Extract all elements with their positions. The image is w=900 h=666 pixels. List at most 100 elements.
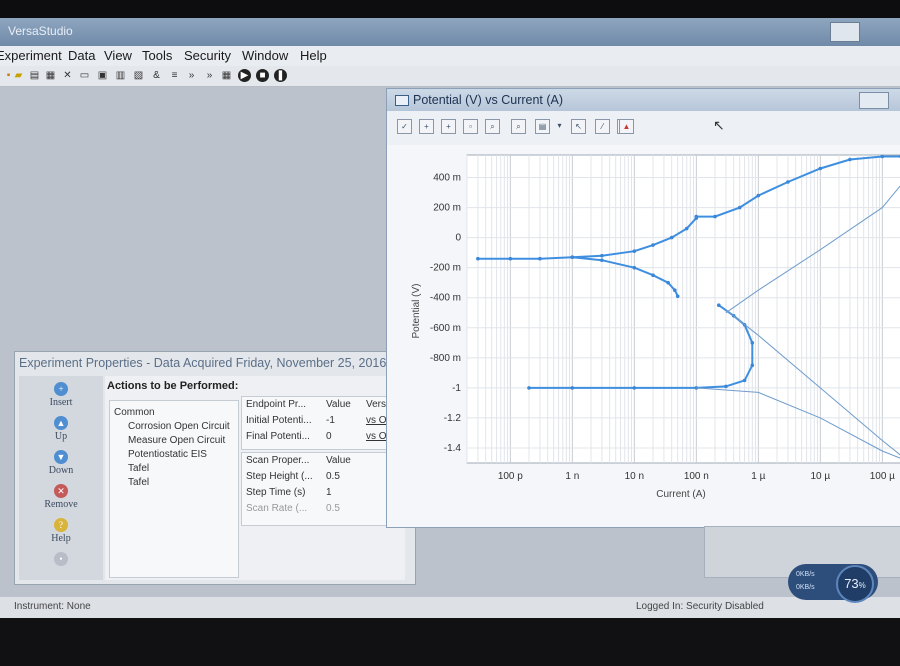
extra-icon: •	[54, 552, 68, 566]
remove-button[interactable]: ✕ Remove	[19, 484, 103, 510]
zoom-in-icon[interactable]: ⌕	[485, 119, 500, 134]
fit-icon[interactable]: ▫	[463, 119, 478, 134]
plot-minimize-button[interactable]	[859, 92, 889, 109]
data-point	[675, 294, 680, 298]
monitor-bezel	[0, 618, 900, 666]
tree-item[interactable]: Tafel	[128, 463, 149, 474]
upload-rate: 0KB/s	[796, 571, 815, 578]
up-button[interactable]: ▲ Up	[19, 416, 103, 442]
marker-icon[interactable]: ▲	[619, 119, 634, 134]
link-icon[interactable]: &	[150, 69, 163, 82]
x-tick-label: 1 n	[565, 471, 579, 482]
insert-button[interactable]: + Insert	[19, 382, 103, 408]
save-icon[interactable]: ▤	[28, 69, 41, 82]
instrument-status: Instrument: None	[14, 601, 91, 612]
data-point	[880, 154, 885, 159]
zoom-out-icon[interactable]: ⌕	[511, 119, 526, 134]
data-point	[737, 205, 742, 210]
grid-cell[interactable]: 0.5	[326, 471, 340, 482]
x-tick-label: 10 µ	[811, 471, 831, 482]
x-tick-label: 100 µ	[870, 471, 895, 482]
menu-tools[interactable]: Tools	[142, 48, 172, 63]
app-title-bar: VersaStudio	[0, 18, 900, 46]
menu-view[interactable]: View	[104, 48, 132, 63]
chart-icon[interactable]: ▣	[96, 69, 109, 82]
polarization-chart: 400 m 200 m 0 -200 m -400 m -600 m -800 m -1 -1.…	[411, 154, 900, 500]
actions-panel: Actions to be Performed: Common Corrosio…	[105, 376, 405, 580]
cursor-icon[interactable]: ↖	[571, 119, 586, 134]
help-button[interactable]: ? Help	[19, 518, 103, 544]
run-icon[interactable]: ▶	[238, 69, 251, 82]
y-tick-label: 0	[455, 233, 461, 244]
grid-cell[interactable]: 1	[326, 487, 332, 498]
plot-icon[interactable]: ▧	[132, 69, 145, 82]
mouse-pointer-icon: ↖	[713, 117, 725, 133]
menu-experiment[interactable]: Experiment	[0, 48, 62, 63]
next-icon[interactable]: »	[203, 69, 216, 82]
tree-item[interactable]: Measure Open Circuit	[128, 435, 225, 446]
sequence-icon[interactable]: ▥	[114, 69, 127, 82]
y-axis-label: Potential (V)	[411, 283, 422, 338]
plot-toolbar: ✓ + + ▫ ⌕ ⌕ ▤ ▾ ↖ ⁄ ◂ ▲ ↖	[387, 111, 900, 146]
menu-help[interactable]: Help	[300, 48, 327, 63]
data-point	[538, 256, 542, 261]
forward-icon[interactable]: »	[185, 69, 198, 82]
menu-security[interactable]: Security	[184, 48, 231, 63]
grid-cell[interactable]: vs O	[366, 415, 387, 426]
monitor-screen: VersaStudio Experiment Data View Tools S…	[0, 18, 900, 618]
data-point	[508, 256, 513, 261]
y-tick-label: -1.4	[444, 443, 462, 454]
grid-icon[interactable]: ▦	[220, 69, 233, 82]
data-point	[750, 363, 755, 368]
status-bar: Instrument: None Logged In: Security Dis…	[0, 597, 900, 618]
down-button[interactable]: ▼ Down	[19, 450, 103, 476]
menu-data[interactable]: Data	[68, 48, 95, 63]
y-tick-label: -1	[452, 383, 461, 394]
folder-icon[interactable]: ▭	[78, 69, 91, 82]
grid-cell[interactable]: vs O	[366, 431, 387, 442]
download-rate: 0KB/s	[796, 584, 815, 591]
data-point	[724, 384, 728, 389]
login-status: Logged In: Security Disabled	[636, 601, 764, 612]
data-point	[750, 341, 755, 345]
grid-cell: Initial Potenti...	[246, 415, 312, 426]
network-gadget: 0KB/s 0KB/s 73%	[788, 564, 878, 603]
tree-item[interactable]: Tafel	[128, 477, 149, 488]
main-toolbar: ▪ ▰ ▤ ▦ ✕ ▭ ▣ ▥ ▧ & ≡ » » ▦ ▶ ■ ❚	[0, 66, 900, 87]
tree-item[interactable]: Potentiostatic EIS	[128, 449, 207, 460]
open-icon[interactable]: ▰	[12, 69, 25, 82]
data-point	[570, 386, 575, 390]
grid-cell[interactable]: 0.5	[326, 503, 340, 514]
copy-icon[interactable]: ▤	[535, 119, 550, 134]
x-tick-labels: 100 p 1 n 10 n 100 n 1 µ 10 µ 100 µ	[498, 471, 895, 482]
data-point	[632, 249, 637, 253]
plot-window: Potential (V) vs Current (A) ✓ + + ▫ ⌕ ⌕…	[386, 88, 900, 528]
scale-icon[interactable]: +	[441, 119, 456, 134]
x-tick-label: 10 n	[625, 471, 644, 482]
print-icon[interactable]: ▦	[44, 69, 57, 82]
plot-window-title: Potential (V) vs Current (A)	[413, 93, 564, 107]
experiment-properties-window: Experiment Properties - Data Acquired Fr…	[14, 351, 416, 585]
extra-button[interactable]: •	[19, 552, 103, 567]
delete-icon[interactable]: ✕	[61, 69, 74, 82]
axes-icon[interactable]: +	[419, 119, 434, 134]
line-icon[interactable]: ⁄	[595, 119, 610, 134]
stop-icon[interactable]: ■	[256, 69, 269, 82]
y-tick-label: -400 m	[430, 293, 461, 304]
tree-item[interactable]: Corrosion Open Circuit	[128, 421, 230, 432]
list-icon[interactable]: ≡	[168, 69, 181, 82]
pause-icon[interactable]: ❚	[274, 69, 287, 82]
grid-cell: Step Height (...	[246, 471, 313, 482]
menu-window[interactable]: Window	[242, 48, 288, 63]
select-icon[interactable]: ✓	[397, 119, 412, 134]
minimize-button[interactable]	[830, 22, 860, 42]
arrow-up-icon: ▲	[54, 416, 68, 430]
grid-cell[interactable]: 0	[326, 431, 332, 442]
grid-cell[interactable]: -1	[326, 415, 335, 426]
app-title: VersaStudio	[8, 24, 73, 38]
dropdown-arrow-icon[interactable]: ▾	[553, 119, 566, 132]
help-icon: ?	[54, 518, 68, 532]
x-tick-label: 1 µ	[751, 471, 765, 482]
tree-group-common[interactable]: Common	[114, 407, 155, 418]
y-tick-label: -600 m	[430, 323, 461, 334]
